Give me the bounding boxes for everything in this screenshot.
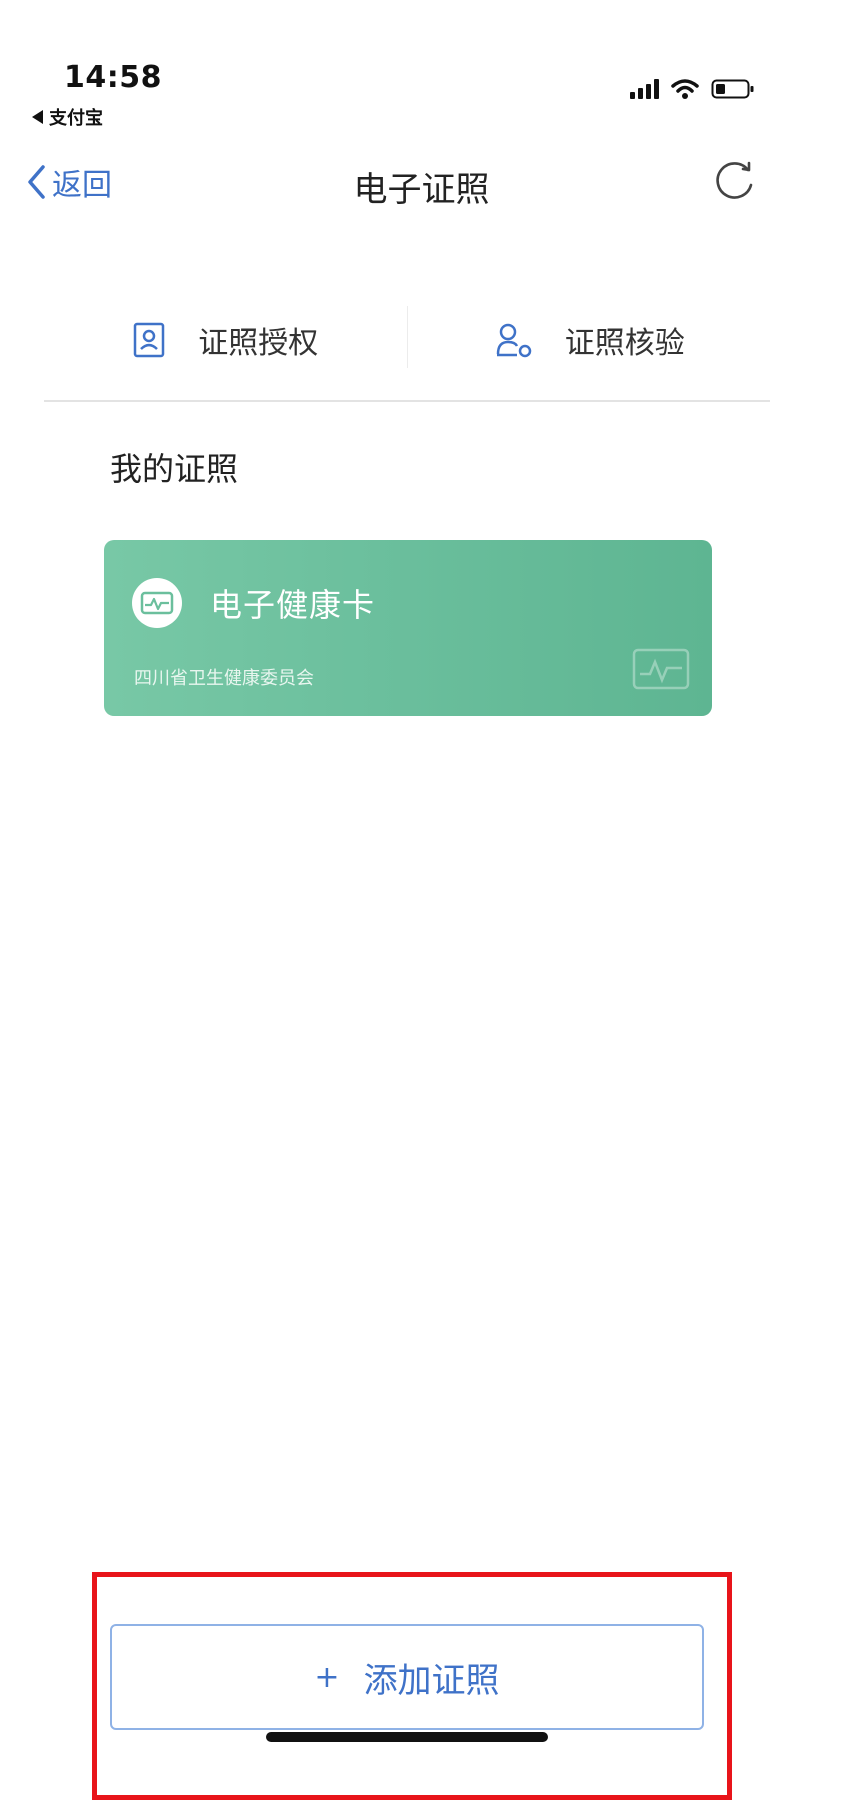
status-icons (630, 78, 755, 100)
health-card[interactable]: 电子健康卡 四川省卫生健康委员会 (104, 540, 712, 716)
refresh-icon[interactable] (710, 158, 758, 206)
license-actions: 证照授权 证照核验 (44, 300, 770, 402)
battery-icon (711, 79, 754, 99)
id-card-icon (134, 322, 165, 358)
card-issuer: 四川省卫生健康委员会 (134, 668, 314, 689)
license-authorize-button[interactable]: 证照授权 (44, 280, 407, 400)
back-app-label: 支付宝 (49, 108, 103, 129)
license-verify-label: 证照核验 (564, 326, 685, 361)
add-license-label: 添加证照 (363, 1660, 500, 1701)
section-title: 我的证照 (110, 450, 239, 488)
back-triangle-icon (32, 110, 43, 124)
plus-icon: + (314, 1659, 340, 1695)
card-title: 电子健康卡 (210, 586, 376, 624)
cellular-signal-icon (630, 79, 659, 99)
status-time: 14:58 (64, 60, 162, 95)
health-card-icon (132, 578, 182, 628)
license-authorize-label: 证照授权 (198, 326, 319, 361)
home-indicator (266, 1732, 548, 1742)
wifi-icon (671, 79, 699, 99)
verify-user-icon (496, 323, 531, 358)
back-to-app-link[interactable]: 支付宝 (32, 104, 103, 130)
add-license-button[interactable]: + 添加证照 (110, 1624, 704, 1730)
license-verify-button[interactable]: 证照核验 (408, 280, 771, 400)
card-watermark-icon (632, 648, 690, 690)
